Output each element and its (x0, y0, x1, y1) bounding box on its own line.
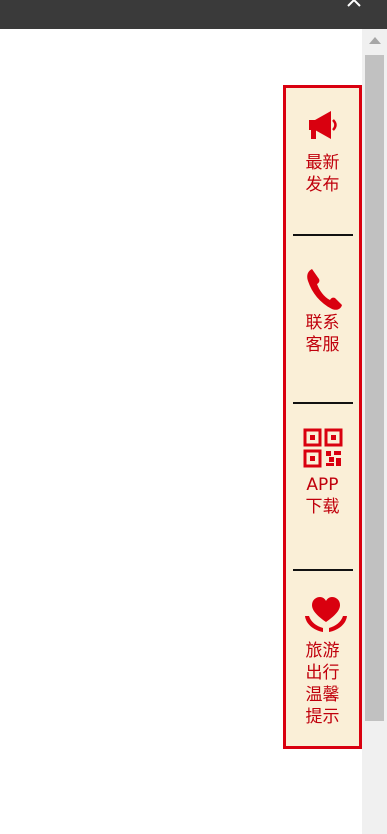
scrollbar-thumb[interactable] (365, 55, 384, 721)
divider (293, 234, 353, 236)
megaphone-icon (303, 106, 343, 146)
divider (293, 569, 353, 571)
heart-in-hands-icon (303, 594, 347, 634)
sidebar-item-latest-release[interactable]: 最新 发布 (286, 106, 359, 196)
sidebar-item-app-download[interactable]: APP 下载 (286, 428, 359, 518)
vertical-scrollbar[interactable] (362, 29, 387, 834)
phone-icon (303, 266, 343, 310)
window-titlebar (0, 0, 387, 29)
sidebar-item-label: 联系 客服 (305, 313, 340, 355)
close-icon[interactable] (345, 0, 363, 7)
sidebar-item-label: 最新 发布 (305, 153, 340, 195)
floating-sidebar: 最新 发布 联系 客服 APP 下载 旅游 出行 温馨 提示 (283, 85, 362, 749)
sidebar-item-contact-service[interactable]: 联系 客服 (286, 266, 359, 356)
sidebar-item-label: APP 下载 (305, 475, 340, 517)
qr-code-icon (303, 428, 343, 468)
sidebar-item-travel-tips[interactable]: 旅游 出行 温馨 提示 (286, 594, 359, 728)
sidebar-item-label: 旅游 出行 温馨 提示 (305, 641, 340, 727)
scroll-up-arrow-icon[interactable] (369, 37, 381, 44)
divider (293, 402, 353, 404)
